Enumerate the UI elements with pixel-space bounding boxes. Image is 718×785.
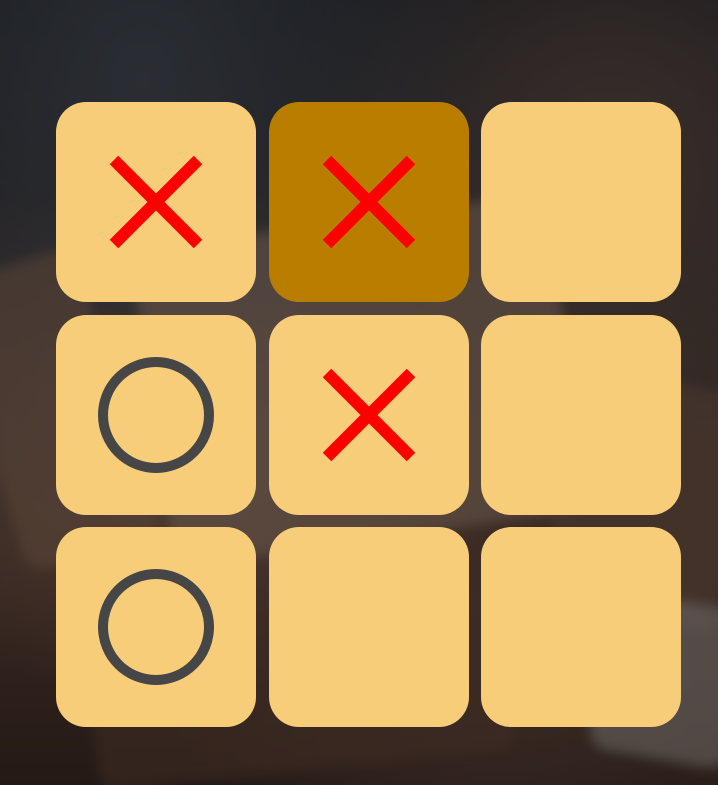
- game-board: [56, 102, 681, 727]
- board-cell-r2-c2[interactable]: [268, 314, 469, 515]
- board-cell-r3-c2[interactable]: [268, 527, 469, 727]
- board-cell-r2-c3[interactable]: [481, 314, 681, 515]
- board-cell-r2-c1[interactable]: [56, 314, 256, 515]
- o-mark-icon: [98, 356, 214, 473]
- x-mark-icon: [109, 155, 203, 249]
- board-cell-r1-c2[interactable]: [268, 102, 469, 302]
- board-cell-r3-c3[interactable]: [481, 527, 681, 727]
- x-mark-icon: [322, 155, 415, 249]
- o-mark-icon: [98, 569, 214, 685]
- board-cell-r3-c1[interactable]: [56, 527, 256, 727]
- board-cell-r1-c1[interactable]: [56, 102, 256, 302]
- x-mark-icon: [322, 368, 415, 461]
- board-cell-r1-c3[interactable]: [481, 102, 681, 302]
